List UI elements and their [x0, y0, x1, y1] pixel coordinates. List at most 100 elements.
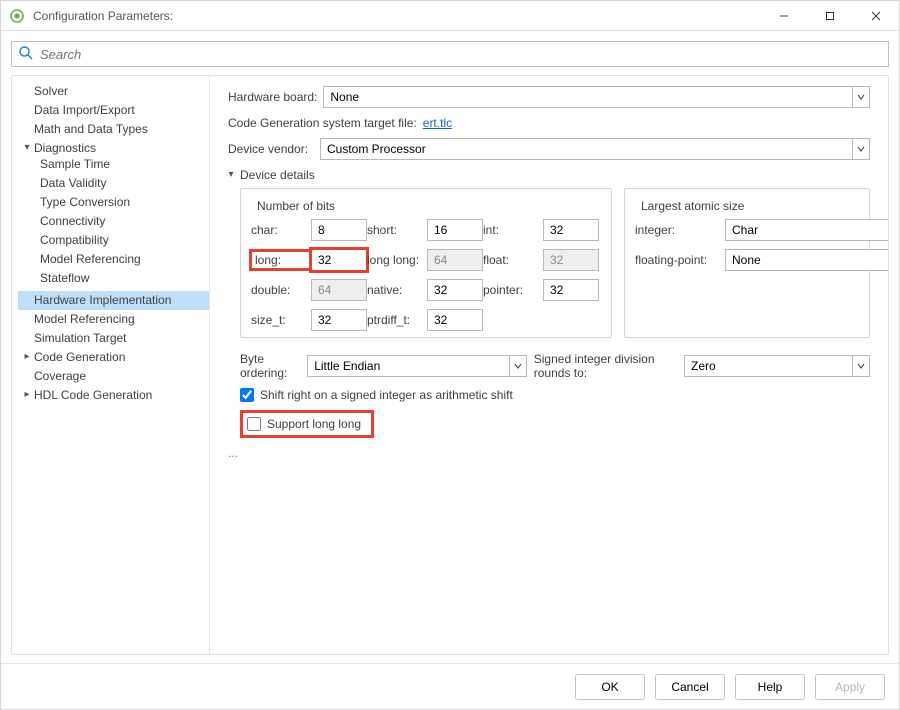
signed-div-combo[interactable]	[684, 355, 870, 377]
device-details-header[interactable]: ▾ Device details	[226, 168, 870, 182]
help-button[interactable]: Help	[735, 674, 805, 700]
sidebar-item-label: Model Referencing	[34, 312, 135, 326]
native-label: native:	[367, 283, 427, 297]
char-field[interactable]	[311, 219, 367, 241]
long-label: long:	[251, 251, 311, 269]
support-long-long-input[interactable]	[247, 417, 261, 431]
config-window: Configuration Parameters: ▸Solver ▸Data …	[0, 0, 900, 710]
chevron-down-icon[interactable]	[509, 355, 527, 377]
sidebar-item-label: Model Referencing	[40, 252, 141, 266]
ptrdiff-t-field[interactable]	[427, 309, 483, 331]
sidebar-item-label: Diagnostics	[34, 141, 96, 155]
sidebar-item-connectivity[interactable]: Connectivity	[36, 212, 205, 231]
shift-right-input[interactable]	[240, 388, 254, 402]
largest-atomic-size-group: Largest atomic size integer: floating-po…	[624, 188, 870, 338]
device-vendor-row: Device vendor:	[228, 138, 870, 160]
chevron-down-icon[interactable]: ▾	[22, 143, 32, 153]
sidebar-item-label: Stateflow	[40, 271, 89, 285]
shift-right-row: Shift right on a signed integer as arith…	[240, 388, 870, 402]
sidebar-item-sample-time[interactable]: Sample Time	[36, 155, 205, 174]
sidebar-item-stateflow[interactable]: Stateflow	[36, 269, 205, 288]
number-of-bits-group: Number of bits char: short: int: long: l…	[240, 188, 612, 338]
sidebar-item-label: Type Conversion	[40, 195, 130, 209]
atomic-floating-combo[interactable]	[725, 249, 855, 271]
more-options-ellipsis[interactable]: ...	[228, 446, 870, 460]
chevron-down-icon[interactable]	[852, 86, 870, 108]
cancel-button[interactable]: Cancel	[655, 674, 725, 700]
byte-ordering-label: Byte ordering:	[240, 352, 307, 380]
float-field	[543, 249, 599, 271]
device-vendor-value[interactable]	[320, 138, 852, 160]
ok-button[interactable]: OK	[575, 674, 645, 700]
byte-ordering-row: Byte ordering: Signed integer division r…	[240, 352, 870, 380]
search-input[interactable]	[38, 46, 882, 63]
close-button[interactable]	[853, 1, 899, 31]
hardware-board-combo[interactable]	[323, 86, 870, 108]
target-file-label: Code Generation system target file:	[228, 116, 417, 130]
long-field[interactable]	[311, 249, 367, 271]
float-label: float:	[483, 253, 543, 267]
target-file-row: Code Generation system target file: ert.…	[228, 116, 870, 130]
byte-ordering-value[interactable]	[307, 355, 509, 377]
ptrdiff-t-label: ptrdiff_t:	[367, 313, 427, 327]
pointer-label: pointer:	[483, 283, 543, 297]
footer: OK Cancel Help Apply	[1, 663, 899, 709]
hardware-board-row: Hardware board:	[228, 86, 870, 108]
native-field[interactable]	[427, 279, 483, 301]
short-field[interactable]	[427, 219, 483, 241]
chevron-down-icon[interactable]	[852, 138, 870, 160]
chevron-right-icon[interactable]: ▸	[22, 390, 32, 400]
shift-right-checkbox[interactable]: Shift right on a signed integer as arith…	[240, 388, 513, 402]
char-label: char:	[251, 223, 311, 237]
sidebar-item-type-conversion[interactable]: Type Conversion	[36, 193, 205, 212]
sidebar-item-label: Compatibility	[40, 233, 109, 247]
device-vendor-combo[interactable]	[320, 138, 870, 160]
support-long-long-label: Support long long	[267, 417, 361, 431]
sidebar-item-hardware-implementation[interactable]: ▸Hardware Implementation	[18, 291, 209, 310]
pointer-field[interactable]	[543, 279, 599, 301]
maximize-button[interactable]	[807, 1, 853, 31]
sidebar-item-label: Hardware Implementation	[34, 293, 171, 307]
target-file-link[interactable]: ert.tlc	[423, 116, 452, 130]
sidebar-item-model-referencing-diag[interactable]: Model Referencing	[36, 250, 205, 269]
sidebar-item-code-generation[interactable]: ▸Code Generation	[18, 348, 209, 367]
chevron-right-icon[interactable]: ▸	[22, 352, 32, 362]
byte-ordering-combo[interactable]	[307, 355, 527, 377]
size-t-field[interactable]	[311, 309, 367, 331]
sidebar-item-diagnostics[interactable]: ▾Diagnostics Sample Time Data Validity T…	[18, 139, 209, 291]
titlebar: Configuration Parameters:	[1, 1, 899, 31]
chevron-down-icon[interactable]: ▾	[226, 170, 236, 180]
atomic-legend: Largest atomic size	[637, 199, 748, 213]
sidebar-item-solver[interactable]: ▸Solver	[18, 82, 209, 101]
atomic-floating-value[interactable]	[725, 249, 888, 271]
atomic-integer-value[interactable]	[725, 219, 888, 241]
bits-legend: Number of bits	[253, 199, 339, 213]
hardware-board-label: Hardware board:	[228, 90, 323, 104]
sidebar-item-simulation-target[interactable]: ▸Simulation Target	[18, 329, 209, 348]
signed-div-value[interactable]	[684, 355, 852, 377]
sidebar-item-model-referencing[interactable]: ▸Model Referencing	[18, 310, 209, 329]
sidebar-item-math-data-types[interactable]: ▸Math and Data Types	[18, 120, 209, 139]
sidebar-item-compatibility[interactable]: Compatibility	[36, 231, 205, 250]
search-bar[interactable]	[11, 41, 889, 67]
atomic-floating-label: floating-point:	[635, 253, 725, 267]
hardware-board-value[interactable]	[323, 86, 852, 108]
chevron-down-icon[interactable]	[852, 355, 870, 377]
sidebar-item-coverage[interactable]: ▸Coverage	[18, 367, 209, 386]
sidebar-item-data-validity[interactable]: Data Validity	[36, 174, 205, 193]
search-icon	[18, 45, 38, 64]
device-details-label: Device details	[240, 168, 315, 182]
support-long-long-checkbox[interactable]: Support long long	[247, 417, 361, 431]
int-label: int:	[483, 223, 543, 237]
short-label: short:	[367, 223, 427, 237]
double-field	[311, 279, 367, 301]
int-field[interactable]	[543, 219, 599, 241]
double-label: double:	[251, 283, 311, 297]
sidebar-item-data-import-export[interactable]: ▸Data Import/Export	[18, 101, 209, 120]
atomic-integer-label: integer:	[635, 223, 725, 237]
minimize-button[interactable]	[761, 1, 807, 31]
apply-button[interactable]: Apply	[815, 674, 885, 700]
sidebar-item-hdl-code-generation[interactable]: ▸HDL Code Generation	[18, 386, 209, 405]
atomic-integer-combo[interactable]	[725, 219, 855, 241]
sidebar: ▸Solver ▸Data Import/Export ▸Math and Da…	[12, 76, 210, 654]
